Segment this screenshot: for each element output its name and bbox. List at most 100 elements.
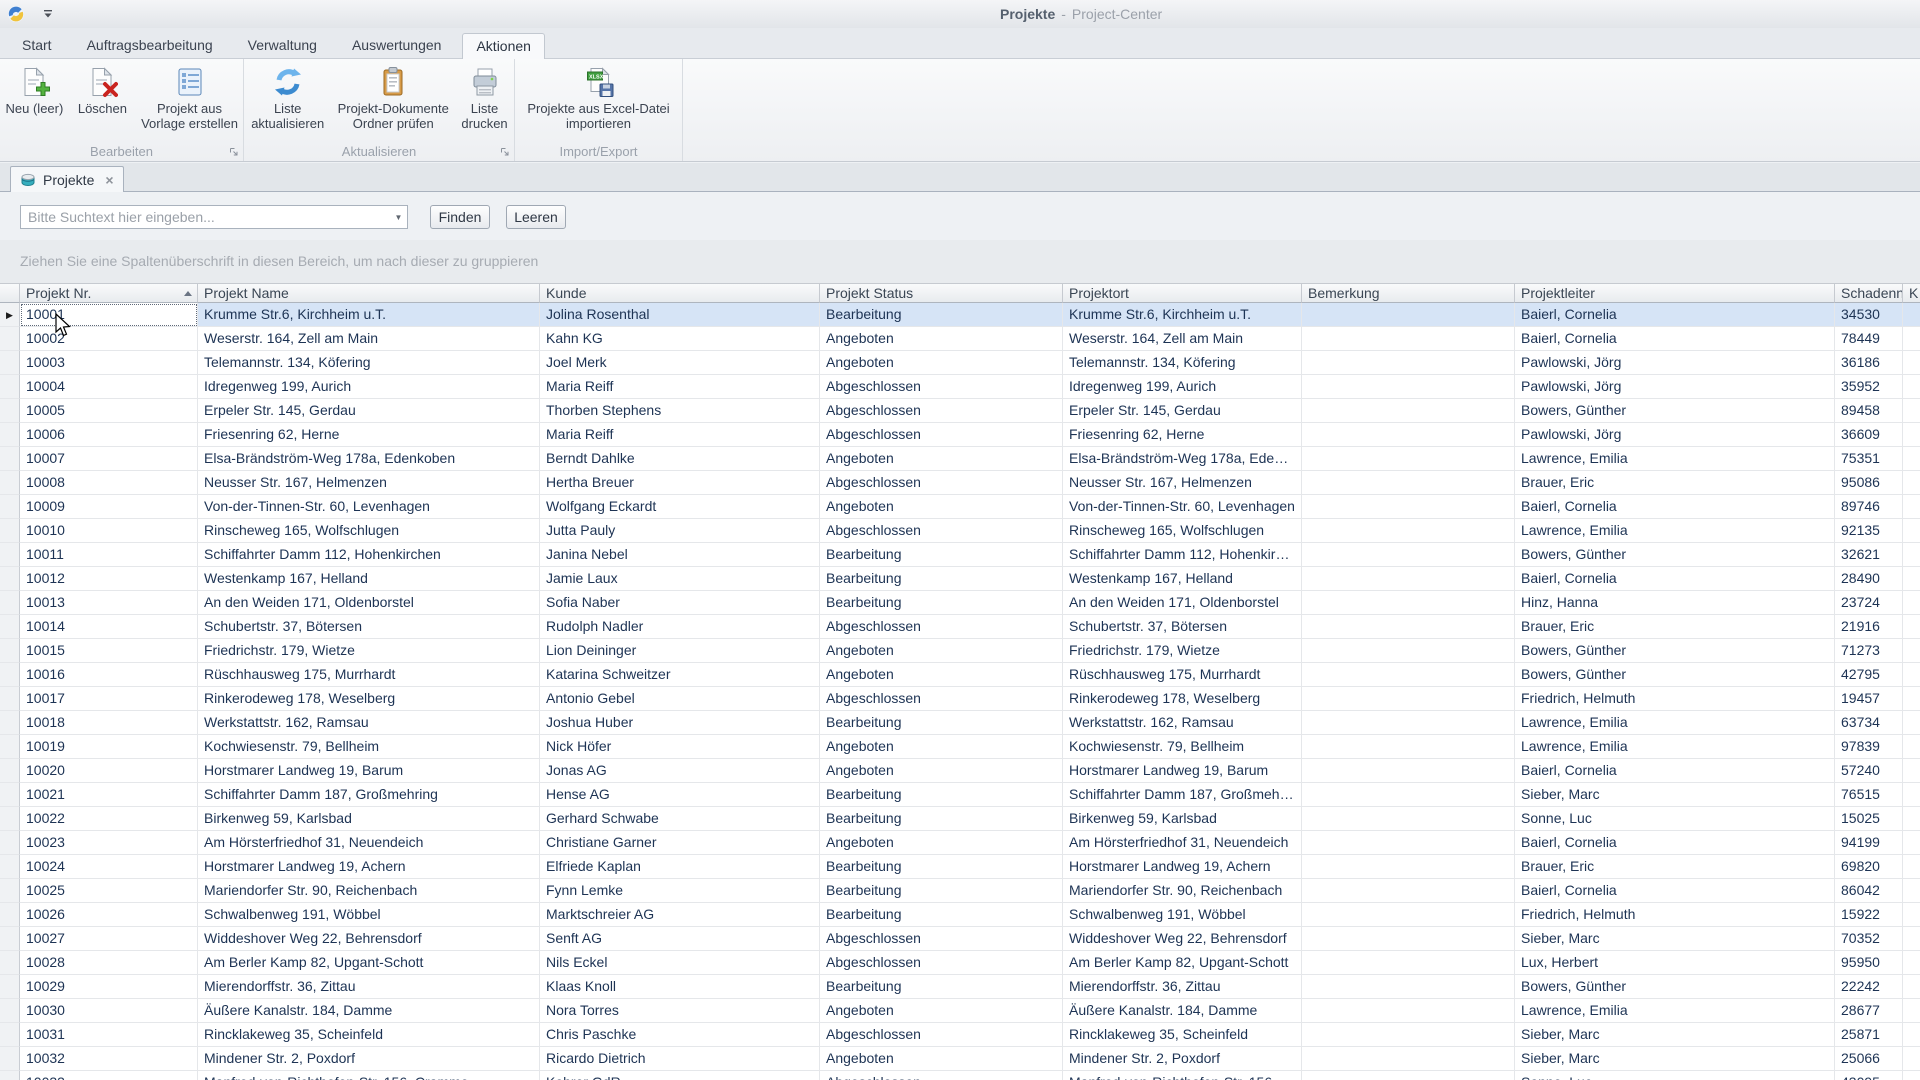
column-header-projekt-status[interactable]: Projekt Status [820, 283, 1063, 303]
cell-projektort[interactable]: Neusser Str. 167, Helmenzen [1063, 471, 1302, 495]
cell-schadennr[interactable]: 23724 [1835, 591, 1903, 615]
cell-projektleiter[interactable]: Lux, Herbert [1515, 951, 1835, 975]
cell-schadennr[interactable]: 36609 [1835, 423, 1903, 447]
cell-projektleiter[interactable]: Pawlowski, Jörg [1515, 375, 1835, 399]
cell-projekt-name[interactable]: Erpeler Str. 145, Gerdau [198, 399, 540, 423]
cell-kunde[interactable]: Sofia Naber [540, 591, 820, 615]
cell-projekt-name[interactable]: Von-der-Tinnen-Str. 60, Levenhagen [198, 495, 540, 519]
cell-projekt-status[interactable]: Abgeschlossen [820, 927, 1063, 951]
cell-projekt-name[interactable]: Idregenweg 199, Aurich [198, 375, 540, 399]
ribbon-tab-auftragsbearbeitung[interactable]: Auftragsbearbeitung [73, 32, 227, 58]
cell-projektleiter[interactable]: Lawrence, Emilia [1515, 735, 1835, 759]
cell-projekt-nr[interactable]: 10020 [20, 759, 198, 783]
cell-k[interactable] [1903, 687, 1920, 711]
cell-schadennr[interactable]: 34530 [1835, 303, 1903, 327]
row-indicator[interactable] [0, 711, 20, 735]
cell-projekt-status[interactable]: Abgeschlossen [820, 1071, 1063, 1080]
cell-k[interactable] [1903, 807, 1920, 831]
cell-k[interactable] [1903, 759, 1920, 783]
table-row[interactable]: 10025Mariendorfer Str. 90, ReichenbachFy… [0, 879, 1920, 903]
cell-projektort[interactable]: Schwalbenweg 191, Wöbbel [1063, 903, 1302, 927]
cell-projekt-status[interactable]: Angeboten [820, 999, 1063, 1023]
cell-projektort[interactable]: Widdeshover Weg 22, Behrensdorf [1063, 927, 1302, 951]
cell-projekt-name[interactable]: Mindener Str. 2, Poxdorf [198, 1047, 540, 1071]
cell-projekt-nr[interactable]: 10024 [20, 855, 198, 879]
cell-bemerkung[interactable] [1302, 999, 1515, 1023]
cell-projekt-name[interactable]: Friesenring 62, Herne [198, 423, 540, 447]
cell-projekt-name[interactable]: Manfred-von-Richthofen-Str. 156, Cramme [198, 1071, 540, 1080]
cell-projekt-status[interactable]: Angeboten [820, 831, 1063, 855]
cell-schadennr[interactable]: 97839 [1835, 735, 1903, 759]
cell-schadennr[interactable]: 78449 [1835, 327, 1903, 351]
cell-kunde[interactable]: Christiane Garner [540, 831, 820, 855]
cell-projekt-name[interactable]: Neusser Str. 167, Helmenzen [198, 471, 540, 495]
cell-projekt-status[interactable]: Angeboten [820, 1047, 1063, 1071]
cell-projekt-status[interactable]: Abgeschlossen [820, 471, 1063, 495]
cell-kunde[interactable]: Nils Eckel [540, 951, 820, 975]
quick-access-dropdown-icon[interactable] [42, 8, 54, 20]
cell-bemerkung[interactable] [1302, 543, 1515, 567]
cell-projekt-status[interactable]: Bearbeitung [820, 903, 1063, 927]
cell-projektleiter[interactable]: Sieber, Marc [1515, 1047, 1835, 1071]
cell-projekt-nr[interactable]: 10001 [20, 303, 198, 327]
cell-k[interactable] [1903, 519, 1920, 543]
cell-k[interactable] [1903, 663, 1920, 687]
cell-projekt-nr[interactable]: 10002 [20, 327, 198, 351]
cell-k[interactable] [1903, 1071, 1920, 1080]
cell-projekt-nr[interactable]: 10011 [20, 543, 198, 567]
cell-projektort[interactable]: Telemannstr. 134, Köfering [1063, 351, 1302, 375]
cell-projektleiter[interactable]: Pawlowski, Jörg [1515, 423, 1835, 447]
cell-kunde[interactable]: Kahn KG [540, 327, 820, 351]
cell-k[interactable] [1903, 375, 1920, 399]
cell-projektort[interactable]: Westenkamp 167, Helland [1063, 567, 1302, 591]
cell-projekt-nr[interactable]: 10028 [20, 951, 198, 975]
cell-kunde[interactable]: Elfriede Kaplan [540, 855, 820, 879]
cell-projekt-status[interactable]: Abgeschlossen [820, 423, 1063, 447]
cell-projektort[interactable]: Schubertstr. 37, Bötersen [1063, 615, 1302, 639]
column-header-projekt-name[interactable]: Projekt Name [198, 283, 540, 303]
cell-projektort[interactable]: Erpeler Str. 145, Gerdau [1063, 399, 1302, 423]
print-list-button[interactable]: Liste drucken [455, 63, 514, 134]
cell-projektleiter[interactable]: Brauer, Eric [1515, 615, 1835, 639]
cell-bemerkung[interactable] [1302, 855, 1515, 879]
cell-projektort[interactable]: Werkstattstr. 162, Ramsau [1063, 711, 1302, 735]
cell-projektort[interactable]: Am Berler Kamp 82, Upgant-Schott [1063, 951, 1302, 975]
table-row[interactable]: 10026Schwalbenweg 191, WöbbelMarktschrei… [0, 903, 1920, 927]
cell-projektort[interactable]: Kochwiesenstr. 79, Bellheim [1063, 735, 1302, 759]
cell-bemerkung[interactable] [1302, 1071, 1515, 1080]
cell-k[interactable] [1903, 903, 1920, 927]
search-input[interactable] [20, 205, 408, 229]
cell-projektort[interactable]: Mierendorffstr. 36, Zittau [1063, 975, 1302, 999]
cell-projekt-name[interactable]: Schiffahrter Damm 187, Großmehring [198, 783, 540, 807]
row-indicator[interactable] [0, 327, 20, 351]
cell-bemerkung[interactable] [1302, 375, 1515, 399]
cell-kunde[interactable]: Hertha Breuer [540, 471, 820, 495]
cell-projekt-name[interactable]: Rinscheweg 165, Wolfschlugen [198, 519, 540, 543]
cell-bemerkung[interactable] [1302, 591, 1515, 615]
cell-projekt-status[interactable]: Bearbeitung [820, 303, 1063, 327]
cell-bemerkung[interactable] [1302, 783, 1515, 807]
ribbon-tab-auswertungen[interactable]: Auswertungen [338, 32, 456, 58]
table-row[interactable]: 10007Elsa-Brändström-Weg 178a, Edenkoben… [0, 447, 1920, 471]
cell-projekt-status[interactable]: Bearbeitung [820, 855, 1063, 879]
row-indicator[interactable] [0, 975, 20, 999]
cell-projekt-status[interactable]: Bearbeitung [820, 807, 1063, 831]
cell-schadennr[interactable]: 35952 [1835, 375, 1903, 399]
cell-schadennr[interactable]: 94199 [1835, 831, 1903, 855]
cell-projekt-nr[interactable]: 10014 [20, 615, 198, 639]
table-row[interactable]: 10013An den Weiden 171, OldenborstelSofi… [0, 591, 1920, 615]
cell-projekt-name[interactable]: Weserstr. 164, Zell am Main [198, 327, 540, 351]
check-documents-folder-button[interactable]: Projekt-Dokumente Ordner prüfen [334, 63, 452, 134]
refresh-list-button[interactable]: Liste aktualisieren [244, 63, 331, 134]
row-indicator[interactable] [0, 903, 20, 927]
cell-projektleiter[interactable]: Hinz, Hanna [1515, 591, 1835, 615]
cell-projektleiter[interactable]: Brauer, Eric [1515, 855, 1835, 879]
cell-projekt-nr[interactable]: 10022 [20, 807, 198, 831]
group-by-panel[interactable]: Ziehen Sie eine Spaltenüberschrift in di… [0, 240, 1920, 283]
cell-projektort[interactable]: Weserstr. 164, Zell am Main [1063, 327, 1302, 351]
cell-schadennr[interactable]: 71273 [1835, 639, 1903, 663]
cell-projekt-status[interactable]: Angeboten [820, 495, 1063, 519]
table-row[interactable]: 10022Birkenweg 59, KarlsbadGerhard Schwa… [0, 807, 1920, 831]
table-row[interactable]: 10002Weserstr. 164, Zell am MainKahn KGA… [0, 327, 1920, 351]
cell-projekt-name[interactable]: Friedrichstr. 179, Wietze [198, 639, 540, 663]
